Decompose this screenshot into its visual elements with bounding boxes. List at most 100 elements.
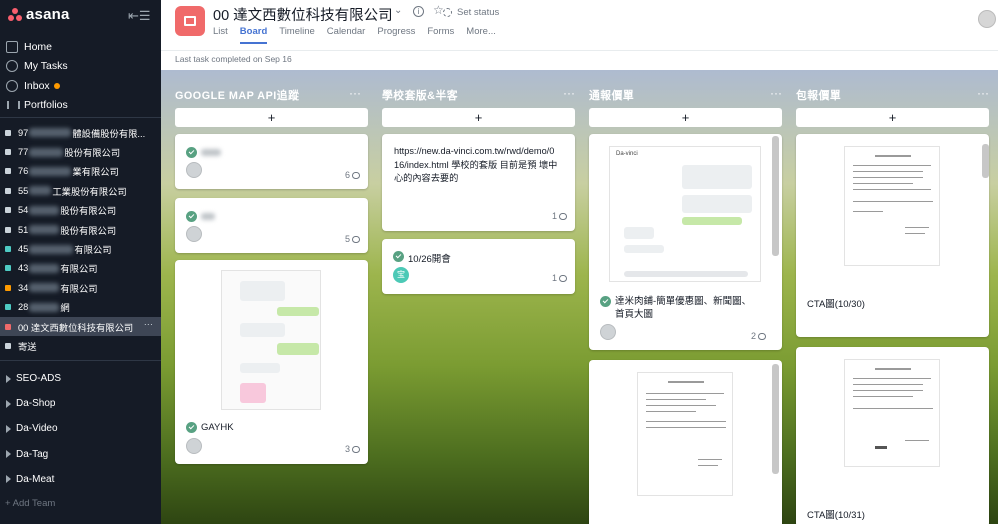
project-item[interactable]: 55 工業股份有限公司 bbox=[0, 181, 161, 200]
tab-progress[interactable]: Progress bbox=[377, 26, 415, 44]
comment-count-text: 6 bbox=[344, 170, 350, 180]
user-avatar[interactable] bbox=[978, 10, 996, 28]
column-title[interactable]: 包報價單 bbox=[796, 87, 841, 103]
card-scrollbar[interactable] bbox=[772, 364, 779, 474]
expand-triangle-icon bbox=[6, 374, 11, 383]
chat-screenshot-thumbnail[interactable]: Da-vinci bbox=[609, 146, 761, 282]
project-item[interactable]: 54 股份有限公司 bbox=[0, 201, 161, 220]
completed-check-icon[interactable] bbox=[186, 422, 197, 433]
quote-document-thumbnail[interactable] bbox=[637, 372, 733, 496]
column-more-icon[interactable]: ··· bbox=[770, 86, 782, 100]
project-color-dot bbox=[5, 342, 11, 349]
add-task-button[interactable]: + bbox=[796, 108, 989, 127]
tab-timeline[interactable]: Timeline bbox=[279, 26, 315, 44]
completed-check-icon[interactable] bbox=[186, 211, 197, 222]
task-card-with-attachment[interactable] bbox=[589, 360, 782, 524]
task-card-with-attachment[interactable]: Da-vinci 達米肉鋪-簡單優惠圖、新聞圖、首頁大圖 2 bbox=[589, 134, 782, 350]
project-item-active[interactable]: 00 達文西數位科技有限公司 ··· bbox=[0, 316, 161, 337]
column-title[interactable]: 學校套版&半客 bbox=[382, 87, 458, 103]
last-task-bar: Last task completed on Sep 16 bbox=[161, 50, 998, 70]
completed-check-icon[interactable] bbox=[393, 251, 404, 262]
card-scrollbar[interactable] bbox=[982, 144, 989, 178]
sidebar-item-home[interactable]: Home bbox=[0, 37, 161, 57]
tab-board[interactable]: Board bbox=[239, 26, 268, 44]
column-more-icon[interactable]: ··· bbox=[349, 86, 361, 100]
task-card-with-attachment[interactable]: CTA圖(10/31) bbox=[796, 347, 989, 524]
nav-label: My Tasks bbox=[24, 60, 68, 73]
project-item[interactable]: 寄送 bbox=[0, 336, 161, 355]
team-item-seo-ads[interactable]: SEO-ADS bbox=[0, 366, 161, 391]
tab-calendar[interactable]: Calendar bbox=[327, 26, 366, 44]
set-status-button[interactable]: Set status bbox=[443, 7, 499, 18]
card-scrollbar[interactable] bbox=[772, 136, 779, 256]
completed-check-icon[interactable] bbox=[186, 147, 197, 158]
team-item-da-meat[interactable]: Da-Meat bbox=[0, 467, 161, 492]
add-team-button[interactable]: + Add Team bbox=[5, 498, 55, 509]
project-item[interactable]: 45 有限公司 bbox=[0, 239, 161, 258]
chevron-down-icon[interactable]: ⌄ bbox=[394, 5, 402, 16]
project-item[interactable]: 51 股份有限公司 bbox=[0, 220, 161, 239]
asana-logo[interactable]: asana bbox=[8, 6, 70, 23]
task-card[interactable]: https://new.da-vinci.com.tw/rwd/demo/016… bbox=[382, 134, 575, 231]
task-title: 10/26開會 bbox=[408, 254, 451, 265]
tab-forms[interactable]: Forms bbox=[427, 26, 454, 44]
comment-count-text: 1 bbox=[551, 211, 557, 221]
comment-count[interactable]: 1 bbox=[552, 273, 567, 283]
task-card-with-attachment[interactable]: CTA圖(10/30) bbox=[796, 134, 989, 337]
project-header: 00 達文西數位科技有限公司 ⌄ i ☆ Set status List Boa… bbox=[161, 0, 998, 50]
column-more-icon[interactable]: ··· bbox=[563, 86, 575, 100]
sidebar-item-my-tasks[interactable]: My Tasks bbox=[0, 57, 161, 77]
column-title[interactable]: GOOGLE MAP API追蹤 bbox=[175, 87, 299, 103]
project-item[interactable]: 28 網 bbox=[0, 298, 161, 317]
sidebar-item-inbox[interactable]: Inbox bbox=[0, 76, 161, 96]
comment-icon bbox=[352, 445, 360, 453]
task-card-with-attachment[interactable]: GAYHK 3 bbox=[175, 260, 368, 464]
project-item[interactable]: 77 股份有限公司 bbox=[0, 142, 161, 161]
tab-more[interactable]: More... bbox=[466, 26, 496, 44]
project-item[interactable]: 34 有限公司 bbox=[0, 278, 161, 297]
project-label: 工業股份有限公司 bbox=[52, 186, 127, 197]
project-item[interactable]: 97 體設備股份有限... bbox=[0, 123, 161, 142]
column-title[interactable]: 通報價單 bbox=[589, 87, 634, 103]
task-card[interactable]: 6 bbox=[175, 134, 368, 189]
project-color-dot bbox=[5, 323, 11, 330]
comment-count[interactable]: 3 bbox=[345, 444, 360, 454]
task-title: CTA圖(10/30) bbox=[807, 299, 865, 310]
quote-document-thumbnail[interactable] bbox=[844, 359, 940, 467]
assignee-avatar[interactable] bbox=[600, 324, 616, 340]
add-task-button[interactable]: + bbox=[589, 108, 782, 127]
comment-count[interactable]: 6 bbox=[345, 170, 360, 180]
check-circle-icon bbox=[6, 60, 18, 73]
team-item-da-video[interactable]: Da-Video bbox=[0, 416, 161, 441]
project-more-icon[interactable]: ··· bbox=[144, 319, 153, 329]
team-item-da-shop[interactable]: Da-Shop bbox=[0, 391, 161, 416]
assignee-avatar[interactable] bbox=[186, 162, 202, 178]
comment-count[interactable]: 2 bbox=[751, 331, 766, 341]
assignee-avatar[interactable] bbox=[186, 438, 202, 454]
sidebar-item-portfolios[interactable]: Portfolios bbox=[0, 96, 161, 116]
task-title: CTA圖(10/31) bbox=[807, 510, 865, 521]
project-label: 網 bbox=[60, 303, 70, 314]
column-more-icon[interactable]: ··· bbox=[977, 86, 989, 100]
team-item-da-tag[interactable]: Da-Tag bbox=[0, 442, 161, 467]
comment-count[interactable]: 1 bbox=[552, 211, 567, 221]
task-card[interactable]: 10/26開會 宝 1 bbox=[382, 239, 575, 294]
project-item[interactable]: 43 有限公司 bbox=[0, 259, 161, 278]
status-circle-icon bbox=[443, 8, 452, 17]
comment-count[interactable]: 5 bbox=[345, 234, 360, 244]
assignee-avatar[interactable] bbox=[186, 226, 202, 242]
sidebar-divider bbox=[0, 117, 161, 118]
completed-check-icon[interactable] bbox=[600, 296, 611, 307]
project-board-icon[interactable] bbox=[175, 6, 205, 36]
collapse-sidebar-icon[interactable]: ⇤☰ bbox=[128, 8, 151, 24]
assignee-avatar[interactable]: 宝 bbox=[393, 267, 409, 283]
quote-document-thumbnail[interactable] bbox=[844, 146, 940, 266]
info-icon[interactable]: i bbox=[413, 6, 424, 17]
add-task-button[interactable]: + bbox=[382, 108, 575, 127]
tab-list[interactable]: List bbox=[213, 26, 228, 44]
add-task-button[interactable]: + bbox=[175, 108, 368, 127]
chat-screenshot-thumbnail[interactable] bbox=[221, 270, 321, 410]
task-card[interactable]: 5 bbox=[175, 198, 368, 253]
project-title[interactable]: 00 達文西數位科技有限公司 bbox=[213, 4, 393, 25]
project-item[interactable]: 76 業有限公司 bbox=[0, 162, 161, 181]
